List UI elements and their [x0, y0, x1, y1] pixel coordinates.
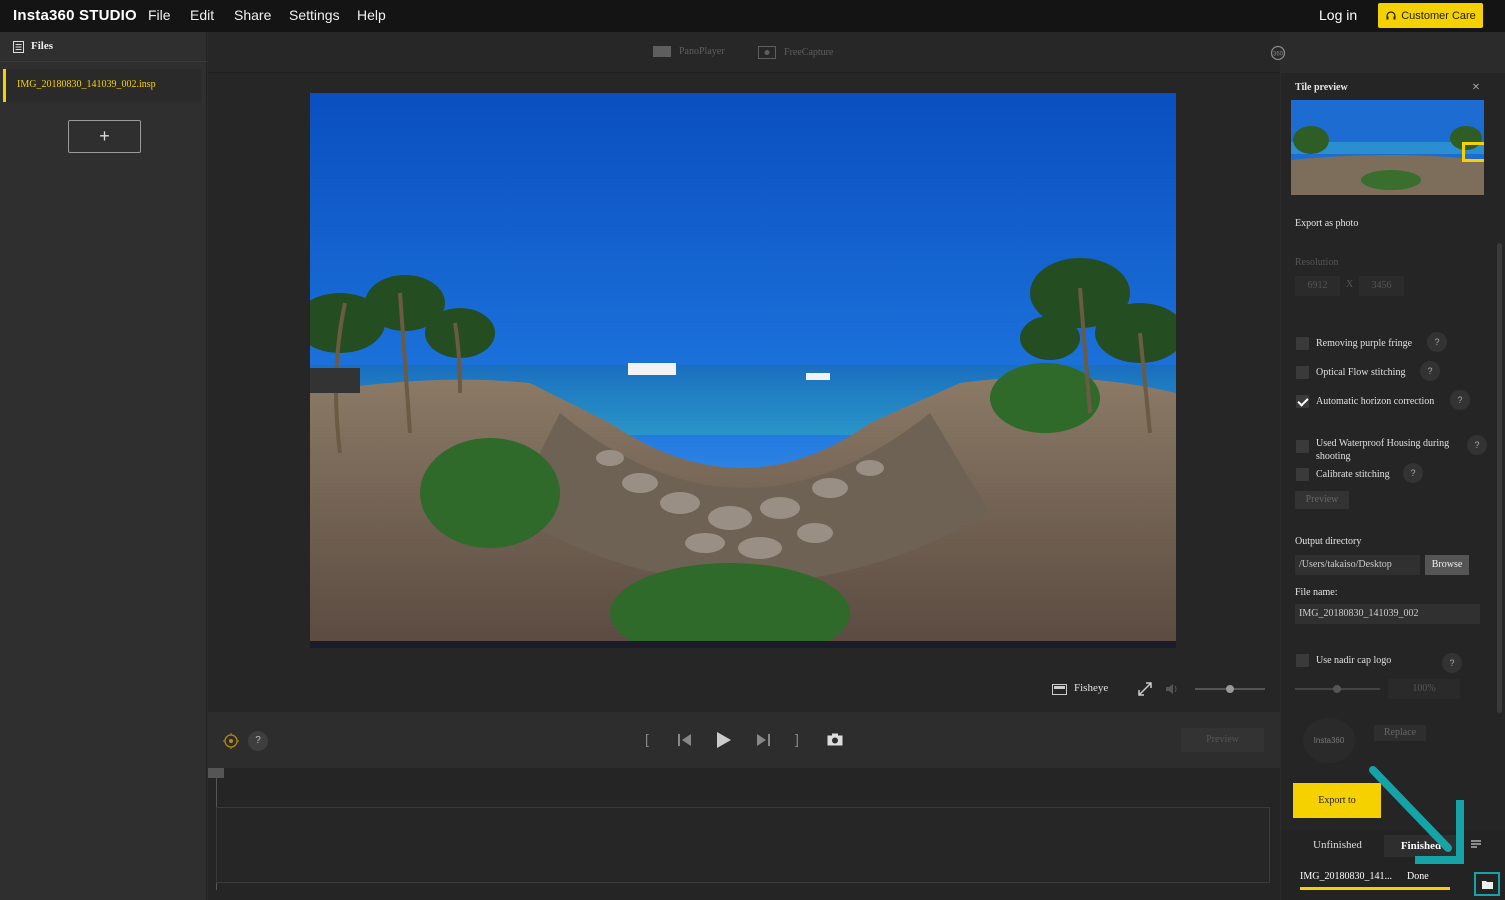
file-name: IMG_20180830_141039_002.insp: [17, 79, 156, 90]
calibrate-stitching-label: Calibrate stitching: [1316, 469, 1390, 480]
horizon-correction-label: Automatic horizon correction: [1316, 396, 1435, 407]
close-panel-icon[interactable]: ×: [1472, 80, 1480, 96]
annotation-arrow: [1369, 766, 1464, 864]
previous-icon[interactable]: [678, 734, 692, 746]
waterproof-housing-checkbox[interactable]: [1296, 440, 1309, 453]
tile-preview-image[interactable]: [1291, 100, 1484, 195]
playhead[interactable]: [208, 768, 224, 778]
optical-flow-help[interactable]: ?: [1420, 361, 1440, 381]
center-workspace: PanoPlayer FreeCapture 360 Fisheye ? []…: [208, 32, 1286, 900]
files-header: Files: [0, 32, 207, 62]
menu-settings[interactable]: Settings: [289, 7, 340, 23]
nadir-size-slider[interactable]: [1295, 685, 1380, 693]
app-logo: Insta360 STUDIO: [13, 7, 137, 24]
fullscreen-icon[interactable]: [1138, 682, 1152, 696]
timeline-preview-button[interactable]: Preview: [1181, 728, 1264, 752]
menu-bar: Insta360 STUDIO File Edit Share Settings…: [0, 0, 1505, 32]
tab-unfinished[interactable]: Unfinished: [1313, 839, 1362, 851]
resolution-label: Resolution: [1295, 257, 1339, 268]
mark-out-button[interactable]: ]: [795, 731, 799, 747]
nadir-logo-help[interactable]: ?: [1442, 653, 1462, 673]
mode-freecapture-label: FreeCapture: [784, 47, 834, 58]
headset-icon: [1386, 10, 1396, 19]
menu-help[interactable]: Help: [357, 7, 386, 23]
mode-panoplayer[interactable]: PanoPlayer: [653, 46, 725, 57]
timeline-track[interactable]: [216, 807, 1270, 883]
panoplayer-icon: [653, 46, 671, 57]
reset-view-icon[interactable]: 360: [1270, 45, 1286, 61]
export-job-progress: [1300, 887, 1450, 890]
waterproof-housing-label: Used Waterproof Housing during shooting: [1316, 438, 1450, 462]
keyframe-icon[interactable]: [222, 732, 240, 750]
browse-button[interactable]: Browse: [1425, 555, 1469, 575]
calibrate-stitching-checkbox[interactable]: [1296, 468, 1309, 481]
next-icon[interactable]: [756, 734, 770, 746]
viewer-toolbar: PanoPlayer FreeCapture 360: [208, 32, 1286, 73]
purple-fringe-checkbox[interactable]: [1296, 337, 1309, 350]
customer-care-label: Customer Care: [1401, 9, 1476, 22]
tile-selection-highlight: [1462, 142, 1484, 162]
nadir-logo-label: Use nadir cap logo: [1316, 655, 1392, 666]
volume-slider[interactable]: [1195, 685, 1265, 693]
mode-freecapture[interactable]: FreeCapture: [758, 46, 833, 59]
fisheye-icon[interactable]: [1052, 684, 1067, 695]
play-icon[interactable]: [717, 732, 731, 748]
mark-in-button[interactable]: [: [645, 731, 649, 747]
customer-care-button[interactable]: Customer Care: [1378, 3, 1483, 28]
camera-icon[interactable]: [827, 733, 843, 746]
freecapture-icon: [758, 46, 776, 59]
svg-text:360: 360: [1273, 52, 1284, 58]
nadir-logo-preview: Insta360: [1303, 718, 1355, 763]
mode-panoplayer-label: PanoPlayer: [679, 46, 725, 57]
folder-icon: [1481, 880, 1493, 889]
horizon-correction-help[interactable]: ?: [1450, 390, 1470, 410]
login-link[interactable]: Log in: [1319, 7, 1357, 23]
transport-bar: ? [ ] Preview: [208, 712, 1280, 768]
timeline[interactable]: [208, 768, 1280, 900]
purple-fringe-label: Removing purple fringe: [1316, 338, 1413, 349]
replace-logo-button[interactable]: Replace: [1374, 725, 1426, 741]
add-file-button[interactable]: +: [68, 120, 141, 153]
volume-icon[interactable]: [1165, 683, 1179, 695]
file-name-label: File name:: [1295, 587, 1338, 598]
panorama-image: [310, 93, 1176, 648]
files-sidebar: Files IMG_20180830_141039_002.insp +: [0, 32, 207, 900]
file-name-field[interactable]: IMG_20180830_141039_002: [1295, 604, 1480, 624]
tile-preview-title: Tile preview: [1295, 82, 1348, 93]
panel-scrollbar[interactable]: [1497, 243, 1502, 713]
waterproof-housing-help[interactable]: ?: [1467, 435, 1487, 455]
clear-list-icon[interactable]: [1471, 840, 1481, 850]
view-controls: Fisheye: [208, 668, 1280, 712]
export-as-photo-label: Export as photo: [1295, 218, 1359, 229]
optical-flow-checkbox[interactable]: [1296, 366, 1309, 379]
nadir-logo-checkbox[interactable]: [1296, 654, 1309, 667]
transport-help-button[interactable]: ?: [248, 731, 268, 751]
volume-slider-thumb[interactable]: [1226, 685, 1234, 693]
resolution-x: X: [1346, 279, 1354, 290]
horizon-correction-checkbox[interactable]: [1296, 395, 1309, 408]
fisheye-label[interactable]: Fisheye: [1074, 682, 1108, 694]
nadir-size-thumb[interactable]: [1333, 685, 1341, 693]
files-icon: [13, 41, 24, 53]
stitch-preview-button[interactable]: Preview: [1295, 491, 1349, 509]
panorama-viewport[interactable]: [310, 93, 1176, 648]
resolution-height-field: 3456: [1359, 276, 1404, 296]
tile-preview-thumbnail: [1291, 100, 1484, 195]
nadir-logo-text: Insta360: [1313, 736, 1345, 745]
menu-edit[interactable]: Edit: [190, 7, 214, 23]
open-folder-button[interactable]: [1474, 872, 1500, 896]
calibrate-stitching-help[interactable]: ?: [1403, 463, 1423, 483]
export-job-progress-fill: [1300, 887, 1450, 890]
menu-file[interactable]: File: [148, 7, 171, 23]
nadir-size-field: 100%: [1388, 679, 1460, 699]
files-title: Files: [31, 40, 53, 52]
output-directory-label: Output directory: [1295, 536, 1362, 547]
menu-share[interactable]: Share: [234, 7, 271, 23]
file-list-item[interactable]: IMG_20180830_141039_002.insp: [3, 69, 201, 102]
optical-flow-label: Optical Flow stitching: [1316, 367, 1406, 378]
purple-fringe-help[interactable]: ?: [1427, 332, 1447, 352]
resolution-width-field: 6912: [1295, 276, 1340, 296]
output-directory-field[interactable]: /Users/takaiso/Desktop: [1295, 555, 1420, 575]
